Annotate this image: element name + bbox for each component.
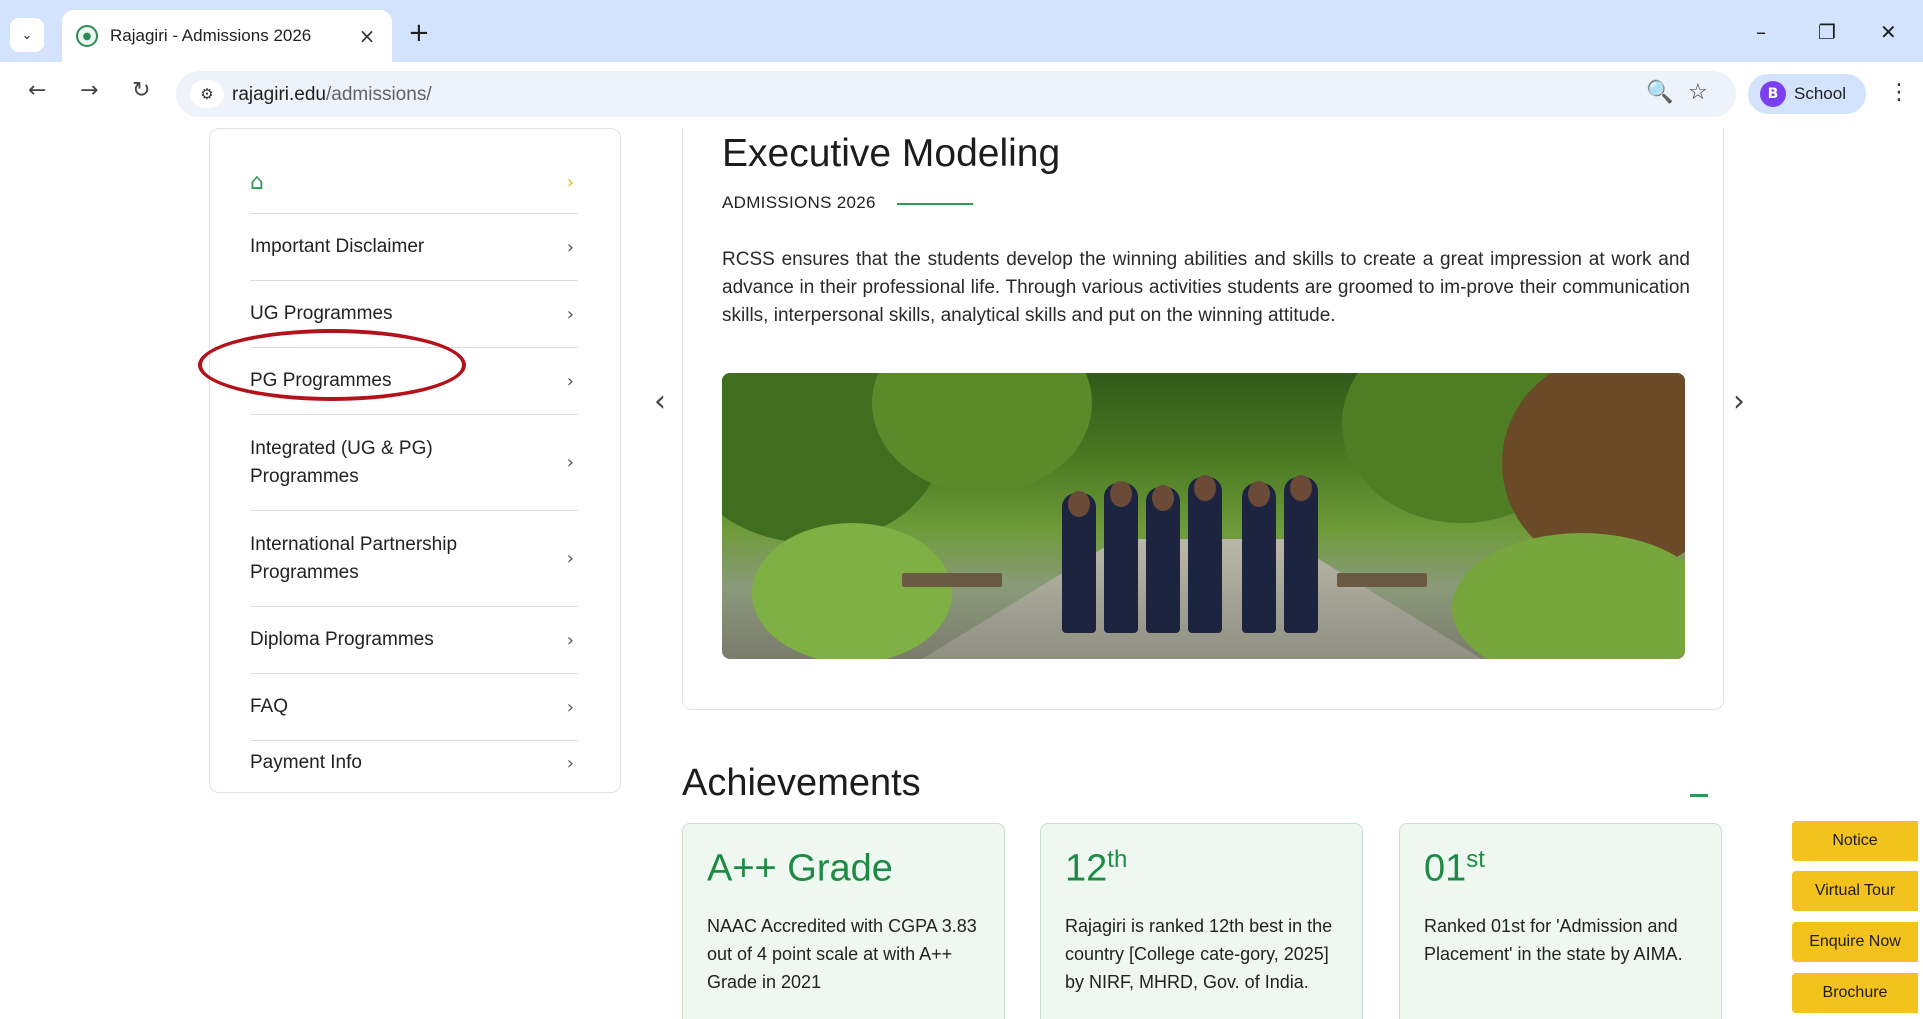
sidebar-item-label: Important Disclaimer	[250, 236, 425, 257]
achievement-text: Rajagiri is ranked 12th best in the coun…	[1065, 916, 1333, 992]
sidebar-item-payment-info[interactable]: Payment Info ›	[250, 741, 578, 785]
achievement-suffix: st	[1466, 846, 1485, 873]
programmes-sidebar: ⌂ › Important Disclaimer › UG Programmes…	[209, 128, 621, 793]
sidebar-item-integrated-programmes[interactable]: Integrated (UG & PG) Programmes ›	[250, 415, 578, 511]
sidebar-item-diploma-programmes[interactable]: Diploma Programmes ›	[250, 607, 578, 674]
achievement-value: A++ Grade	[707, 847, 893, 890]
program-title: Executive Modeling	[722, 132, 1061, 175]
achievements-heading: Achievements	[682, 762, 921, 804]
profile-button[interactable]: B School	[1748, 74, 1866, 114]
chevron-right-icon: ›	[566, 171, 574, 193]
carousel-prev-icon[interactable]: ‹	[654, 384, 666, 419]
program-subtitle: ADMISSIONS 2026	[722, 193, 876, 212]
achievement-headline: 12th	[1065, 846, 1127, 891]
program-description: RCSS ensures that the students develop t…	[722, 249, 1690, 326]
site-favicon-icon: ●	[76, 25, 98, 47]
sidebar-item-label: Diploma Programmes	[250, 629, 434, 650]
sidebar-item-label: International Partnership Programmes	[250, 533, 458, 583]
achievement-text: NAAC Accredited with CGPA 3.83 out of 4 …	[707, 916, 977, 992]
achievement-headline: 01st	[1424, 846, 1485, 891]
achievement-value: 01	[1424, 847, 1467, 890]
minimize-button[interactable]: –	[1756, 20, 1766, 44]
sidebar-item-label: Payment Info	[250, 752, 362, 773]
url-path: /admissions/	[326, 84, 432, 105]
url-host: rajagiri.edu	[232, 84, 326, 105]
chevron-right-icon: ›	[566, 752, 574, 774]
enquire-now-button[interactable]: Enquire Now	[1792, 922, 1918, 962]
site-info-icon[interactable]: ⚙	[190, 80, 224, 108]
brochure-button[interactable]: Brochure	[1792, 973, 1918, 1013]
back-button[interactable]: ←	[28, 78, 46, 103]
chevron-right-icon: ›	[566, 696, 574, 718]
subtitle-underline	[897, 203, 973, 205]
achievement-headline: A++ Grade	[707, 846, 893, 891]
virtual-tour-button[interactable]: Virtual Tour	[1792, 871, 1918, 911]
notice-button[interactable]: Notice	[1792, 821, 1918, 861]
sidebar-item-label: UG Programmes	[250, 303, 393, 324]
achievement-value: 12	[1065, 847, 1108, 890]
new-tab-button[interactable]: +	[408, 20, 430, 46]
sidebar-item-label: Integrated (UG & PG) Programmes	[250, 437, 433, 487]
restore-button[interactable]: ❐	[1818, 20, 1836, 44]
sidebar-item-important-disclaimer[interactable]: Important Disclaimer ›	[250, 214, 578, 281]
chevron-right-icon: ›	[566, 629, 574, 651]
sidebar-item-home[interactable]: ⌂ ›	[250, 151, 578, 214]
url-text[interactable]: rajagiri.edu/admissions/	[232, 84, 432, 106]
forward-button[interactable]: →	[80, 78, 98, 103]
achievements-accent-line	[1690, 794, 1708, 797]
achievement-card: 01st Ranked 01st for 'Admission and Plac…	[1399, 823, 1722, 1019]
achievement-card: A++ Grade NAAC Accredited with CGPA 3.83…	[682, 823, 1005, 1019]
close-tab-icon[interactable]: ×	[356, 24, 378, 48]
carousel-next-icon[interactable]: ›	[1733, 384, 1745, 419]
tab-search-button[interactable]: ⌄	[10, 18, 44, 52]
achievement-text: Ranked 01st for 'Admission and Placement…	[1424, 916, 1683, 964]
profile-avatar: B	[1760, 81, 1786, 107]
profile-name: School	[1794, 84, 1846, 103]
browser-menu-icon[interactable]: ⋮	[1888, 80, 1910, 105]
tab-title: Rajagiri - Admissions 2026	[110, 26, 312, 45]
reload-button[interactable]: ↻	[132, 78, 150, 103]
chevron-right-icon: ›	[566, 548, 574, 569]
achievement-card: 12th Rajagiri is ranked 12th best in the…	[1040, 823, 1363, 1019]
sidebar-item-faq[interactable]: FAQ ›	[250, 674, 578, 741]
close-window-button[interactable]: ✕	[1880, 20, 1897, 44]
bookmark-star-icon[interactable]: ☆	[1688, 80, 1708, 105]
chevron-right-icon: ›	[566, 452, 574, 473]
annotation-highlight-circle	[198, 329, 466, 401]
sidebar-item-label: FAQ	[250, 696, 289, 717]
chevron-right-icon: ›	[566, 303, 574, 325]
home-icon: ⌂	[250, 169, 264, 195]
zoom-icon[interactable]: 🔍	[1646, 80, 1673, 105]
chevron-right-icon: ›	[566, 370, 574, 392]
program-photo	[722, 373, 1685, 659]
browser-tab[interactable]: ● Rajagiri - Admissions 2026 ×	[62, 10, 392, 62]
achievement-suffix: th	[1107, 846, 1128, 873]
sidebar-item-international-partnership[interactable]: International Partnership Programmes ›	[250, 511, 578, 607]
chevron-right-icon: ›	[566, 236, 574, 258]
